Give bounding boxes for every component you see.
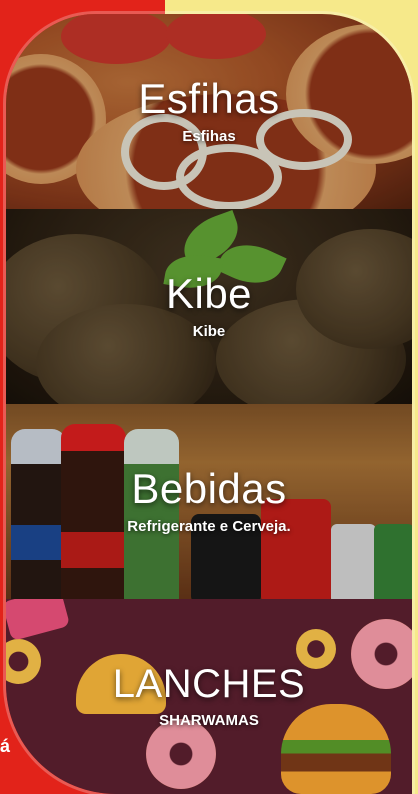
category-subtitle: SHARWAMAS: [159, 712, 259, 729]
category-subtitle: Esfihas: [182, 128, 236, 145]
category-card-esfihas[interactable]: Esfihas Esfihas: [6, 14, 412, 209]
category-title: Esfihas: [138, 75, 280, 122]
category-card-kibe[interactable]: Kibe Kibe: [6, 209, 412, 404]
category-card-lanches[interactable]: LANCHES SHARWAMAS: [6, 599, 412, 794]
category-card-bebidas[interactable]: Bebidas Refrigerante e Cerveja.: [6, 404, 412, 599]
category-title: Bebidas: [131, 465, 287, 512]
category-list: Esfihas Esfihas Kibe Kibe Bebidas Refrig…: [6, 14, 412, 794]
category-title: LANCHES: [112, 662, 306, 706]
category-subtitle: Kibe: [192, 323, 226, 340]
category-title: Kibe: [165, 270, 253, 317]
category-subtitle: Refrigerante e Cerveja.: [127, 518, 291, 535]
